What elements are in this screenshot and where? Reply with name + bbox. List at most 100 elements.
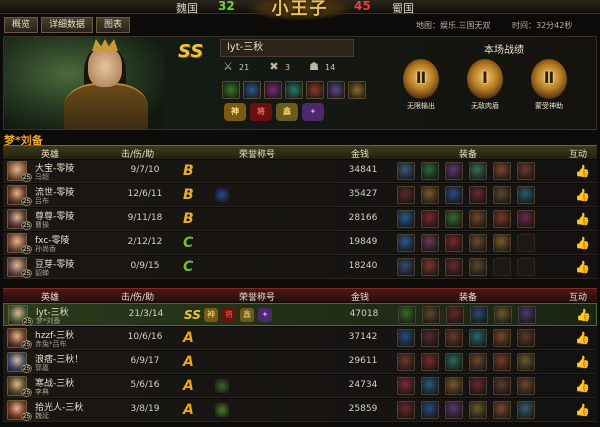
- honor-title-icon[interactable]: [215, 188, 229, 202]
- equipment-item[interactable]: [469, 401, 487, 419]
- equipment-item[interactable]: [445, 329, 463, 347]
- honor-title-icon[interactable]: 鑫: [240, 308, 254, 322]
- honor-title-icon[interactable]: 神: [224, 103, 246, 121]
- honor-title-icon[interactable]: [215, 379, 229, 393]
- equipment-item[interactable]: [445, 162, 463, 180]
- equipment-item[interactable]: [421, 353, 439, 371]
- equipment-item[interactable]: [397, 401, 415, 419]
- equipment-item[interactable]: [469, 210, 487, 228]
- equipment-item[interactable]: [517, 210, 535, 228]
- player-row[interactable]: 25 尊尊-零陵 曹操 9/11/18 B 28166 👍: [3, 208, 597, 231]
- honor-title-icon[interactable]: 将: [222, 308, 236, 322]
- thumbs-up-icon[interactable]: 👍: [575, 236, 590, 250]
- equipment-item[interactable]: [517, 401, 535, 419]
- talent-slot[interactable]: [264, 81, 282, 99]
- honor-title-icon[interactable]: 将: [250, 103, 272, 121]
- tab-charts[interactable]: 图表: [96, 17, 131, 33]
- equipment-item[interactable]: [493, 234, 511, 252]
- talent-slot[interactable]: [306, 81, 324, 99]
- equipment-item[interactable]: [397, 186, 415, 204]
- equipment-item[interactable]: [517, 162, 535, 180]
- thumbs-up-icon[interactable]: 👍: [575, 212, 590, 226]
- equipment-item[interactable]: [517, 377, 535, 395]
- equipment-item[interactable]: [421, 258, 439, 276]
- equipment-item[interactable]: [421, 377, 439, 395]
- equipment-item[interactable]: [493, 210, 511, 228]
- equipment-item[interactable]: [421, 401, 439, 419]
- equipment-item[interactable]: [421, 162, 439, 180]
- equipment-item[interactable]: [421, 210, 439, 228]
- equipment-item[interactable]: [469, 162, 487, 180]
- player-row[interactable]: 25 豆芽-零陵 貂蝉 0/9/15 C 18240 👍: [3, 256, 597, 279]
- equipment-item[interactable]: [493, 162, 511, 180]
- player-row[interactable]: 25 拾光人-三秋 魏延 3/8/19 A 25859 👍: [3, 399, 597, 422]
- equipment-item[interactable]: [517, 353, 535, 371]
- equipment-item[interactable]: [397, 162, 415, 180]
- equipment-item[interactable]: [397, 353, 415, 371]
- thumbs-up-icon[interactable]: 👍: [575, 260, 590, 274]
- equipment-item[interactable]: [421, 186, 439, 204]
- talent-slot[interactable]: [222, 81, 240, 99]
- equipment-item[interactable]: [517, 186, 535, 204]
- medal-tank[interactable]: Ⅰ 无敌肉盾: [460, 59, 510, 111]
- thumbs-up-icon[interactable]: 👍: [575, 164, 590, 178]
- equipment-item[interactable]: [445, 377, 463, 395]
- equipment-item[interactable]: [445, 186, 463, 204]
- equipment-item[interactable]: [493, 353, 511, 371]
- equipment-item[interactable]: [445, 210, 463, 228]
- player-row[interactable]: 25 hzzf-三秋 赤兔*吕布 10/6/16 A 37142 👍: [3, 327, 597, 350]
- honor-title-icon[interactable]: [215, 403, 229, 417]
- player-row[interactable]: 25 浪痞-三秋！ 郭嘉 6/9/17 A 29611 👍: [3, 351, 597, 374]
- thumbs-up-icon[interactable]: 👍: [575, 331, 590, 345]
- talent-slot[interactable]: [327, 81, 345, 99]
- equipment-item[interactable]: [494, 306, 512, 324]
- player-row[interactable]: 25 大宝-零陵 马超 9/7/10 B 34841 👍: [3, 160, 597, 183]
- talent-slot[interactable]: [285, 81, 303, 99]
- player-row[interactable]: 25 流世-零陵 吕布 12/6/11 B 35427 👍: [3, 184, 597, 207]
- equipment-item[interactable]: [493, 401, 511, 419]
- honor-title-icon[interactable]: ✦: [302, 103, 324, 121]
- thumbs-up-icon[interactable]: 👍: [575, 188, 590, 202]
- equipment-item[interactable]: [445, 401, 463, 419]
- equipment-item[interactable]: [398, 306, 416, 324]
- medal-output[interactable]: Ⅱ 无限输出: [396, 59, 446, 111]
- equipment-item[interactable]: [469, 377, 487, 395]
- equipment-item[interactable]: [397, 377, 415, 395]
- equipment-item[interactable]: [469, 186, 487, 204]
- equipment-item[interactable]: [518, 306, 536, 324]
- talent-slot[interactable]: [243, 81, 261, 99]
- equipment-item[interactable]: [470, 306, 488, 324]
- equipment-item[interactable]: [517, 329, 535, 347]
- tab-detailed-data[interactable]: 详细数据: [41, 17, 94, 33]
- equipment-item[interactable]: [445, 353, 463, 371]
- equipment-item[interactable]: [397, 258, 415, 276]
- equipment-item[interactable]: [493, 377, 511, 395]
- player-row[interactable]: 25 寒战-三秋 李典 5/6/16 A 24734 👍: [3, 375, 597, 398]
- thumbs-up-icon[interactable]: 👍: [575, 379, 590, 393]
- equipment-item[interactable]: [422, 306, 440, 324]
- thumbs-up-icon[interactable]: 👍: [575, 355, 590, 369]
- equipment-item[interactable]: [421, 234, 439, 252]
- equipment-item[interactable]: [397, 329, 415, 347]
- equipment-item[interactable]: [469, 329, 487, 347]
- equipment-item[interactable]: [397, 210, 415, 228]
- player-row[interactable]: 25 lyt-三秋 梦*刘备 21/3/14 SS 神将鑫 ✦ 47018 👍: [3, 303, 597, 326]
- honor-title-icon[interactable]: ✦: [258, 308, 272, 322]
- tab-overview[interactable]: 概览: [4, 17, 39, 33]
- equipment-item[interactable]: [446, 306, 464, 324]
- thumbs-up-icon[interactable]: 👍: [575, 403, 590, 417]
- honor-title-icon[interactable]: 鑫: [276, 103, 298, 121]
- equipment-item[interactable]: [445, 258, 463, 276]
- honor-title-icon[interactable]: 神: [204, 308, 218, 322]
- medal-blessed[interactable]: Ⅱ 蒙受神助: [524, 59, 574, 111]
- equipment-item[interactable]: [445, 234, 463, 252]
- equipment-item[interactable]: [493, 186, 511, 204]
- talent-slot[interactable]: [348, 81, 366, 99]
- equipment-item[interactable]: [469, 234, 487, 252]
- thumbs-up-icon[interactable]: 👍: [576, 308, 591, 322]
- player-row[interactable]: 25 fxc-零陵 孙尚香 2/12/12 C 19849 👍: [3, 232, 597, 255]
- equipment-item[interactable]: [469, 258, 487, 276]
- equipment-item[interactable]: [493, 329, 511, 347]
- equipment-item[interactable]: [469, 353, 487, 371]
- equipment-item[interactable]: [397, 234, 415, 252]
